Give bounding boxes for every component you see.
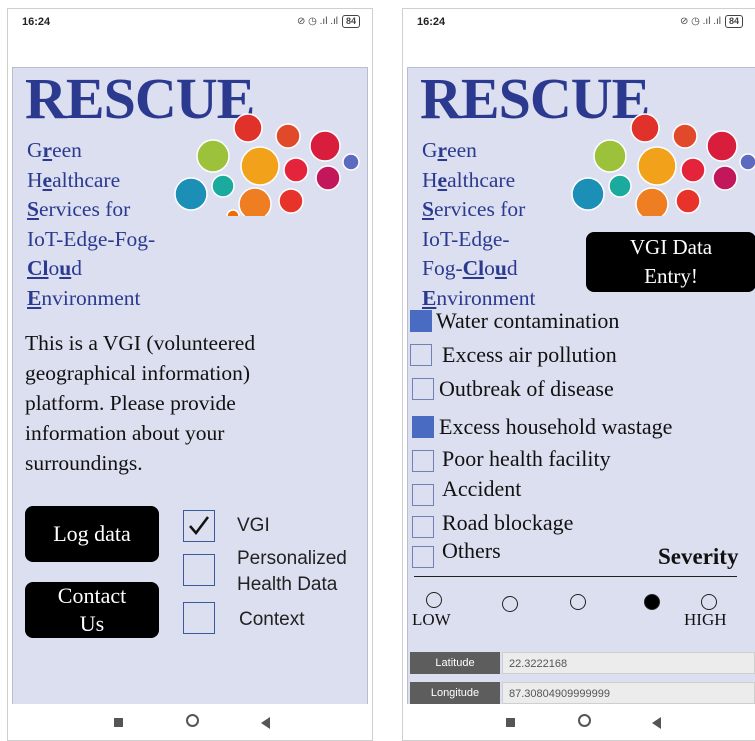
severity-radio-1[interactable] [426,592,442,608]
acronym-line: Fog-Cloud [422,256,518,280]
context-checkbox[interactable] [183,602,215,634]
latitude-field[interactable]: 22.3222168 [502,652,755,674]
gears-logo-icon [174,113,360,216]
option-checkbox[interactable] [412,516,434,538]
longitude-field[interactable]: 87.30804909999999 [502,682,755,704]
status-icons: ⊘ ◷ .ıl .ıl 84 [297,15,360,28]
app-screen: RESCUE Green Healthcare Services for IoT… [12,67,368,709]
acronym-line: Cloud [27,256,82,280]
latitude-label: Latitude [410,652,500,674]
option-label: Excess household wastage [439,414,673,439]
option-label: Poor health facility [442,446,611,471]
acronym-line: IoT-Edge- [422,226,510,251]
severity-radio-3[interactable] [570,594,586,610]
acronym-line: Environment [27,285,141,310]
option-label: Outbreak of disease [439,376,614,401]
vgi-label: VGI [237,515,270,536]
context-label: Context [239,609,305,630]
option-checkbox[interactable] [412,546,434,568]
status-time: 16:24 [417,16,446,28]
severity-label: Severity [658,544,739,569]
intro-text: This is a VGI (volunteered geographical … [25,331,256,475]
option-label: Others [442,538,501,563]
check-icon [189,516,209,535]
acronym-line: Healthcare [27,167,121,192]
home-circle-icon[interactable] [578,714,591,727]
app-screen: RESCUE Green Healthcare Services for IoT… [407,67,755,709]
vgi-entry-label: VGI Data [629,235,713,259]
option-checkbox[interactable] [412,378,434,400]
vgi-checkbox[interactable] [183,510,215,542]
severity-low-label: LOW [412,610,451,629]
acronym-line: Green [27,138,82,162]
option-checkbox[interactable] [410,310,432,332]
android-nav-bar [403,704,755,740]
android-nav-bar [8,704,372,740]
status-icons: ⊘ ◷ .ıl .ıl 84 [680,15,743,28]
signal-icons: ⊘ ◷ .ıl .ıl [296,16,338,27]
log-data-button[interactable]: Log data [25,506,159,562]
status-bar: 16:24 ⊘ ◷ .ıl .ıl 84 [8,9,372,37]
longitude-row: Longitude 87.30804909999999 [408,682,755,704]
option-label: Water contamination [436,308,620,333]
latitude-row: Latitude 22.3222168 [408,652,755,674]
vgi-data-entry-button[interactable]: VGI Data Entry! [586,232,755,292]
gears-logo-icon [571,113,755,216]
severity-radio-5[interactable] [701,594,717,610]
signal-icons: ⊘ ◷ .ıl .ıl [679,16,721,27]
severity-radio-4-selected[interactable] [644,594,660,610]
contact-us-button[interactable]: Contact Us [25,582,159,638]
phone-screen-intro: 16:24 ⊘ ◷ .ıl .ıl 84 RESCUE Green Health… [7,8,373,741]
option-label: Accident [442,476,522,501]
severity-radio-2[interactable] [502,596,518,612]
option-checkbox[interactable] [410,344,432,366]
acronym-line: Services for [422,197,526,221]
status-time: 16:24 [22,16,51,28]
phone-screen-vgi-entry: 16:24 ⊘ ◷ .ıl .ıl 84 RESCUE Green Health… [402,8,755,741]
severity-high-label: HIGH [684,610,727,629]
recents-square-icon[interactable] [506,718,515,727]
acronym-line: IoT-Edge-Fog- [27,226,156,251]
severity-divider [414,576,737,577]
battery-icon: 84 [341,15,360,28]
battery-icon: 84 [724,15,743,28]
option-label: Road blockage [442,510,574,535]
option-checkbox[interactable] [412,484,434,506]
acronym-text: Green Healthcare Services for IoT-Edge- … [422,136,535,313]
home-circle-icon[interactable] [186,714,199,727]
back-triangle-icon[interactable] [261,717,270,729]
back-triangle-icon[interactable] [652,717,661,729]
longitude-label: Longitude [410,682,500,704]
personalized-health-checkbox[interactable] [183,554,215,586]
coordinates-panel: Latitude 22.3222168 Longitude 87.3080490… [408,644,755,708]
personalized-health-label: Personalized Health Data [237,548,347,595]
status-bar: 16:24 ⊘ ◷ .ıl .ıl 84 [403,9,755,37]
vgi-entry-label: Entry! [644,264,698,288]
contact-us-label: Us [79,611,105,636]
recents-square-icon[interactable] [114,718,123,727]
acronym-line: Green [422,138,477,162]
contact-us-label: Contact [57,583,127,608]
acronym-line: Healthcare [422,167,516,192]
option-label: Excess air pollution [442,342,617,367]
option-checkbox[interactable] [412,416,434,438]
option-checkbox[interactable] [412,450,434,472]
acronym-line: Services for [27,197,131,221]
acronym-text: Green Healthcare Services for IoT-Edge-F… [27,136,155,313]
